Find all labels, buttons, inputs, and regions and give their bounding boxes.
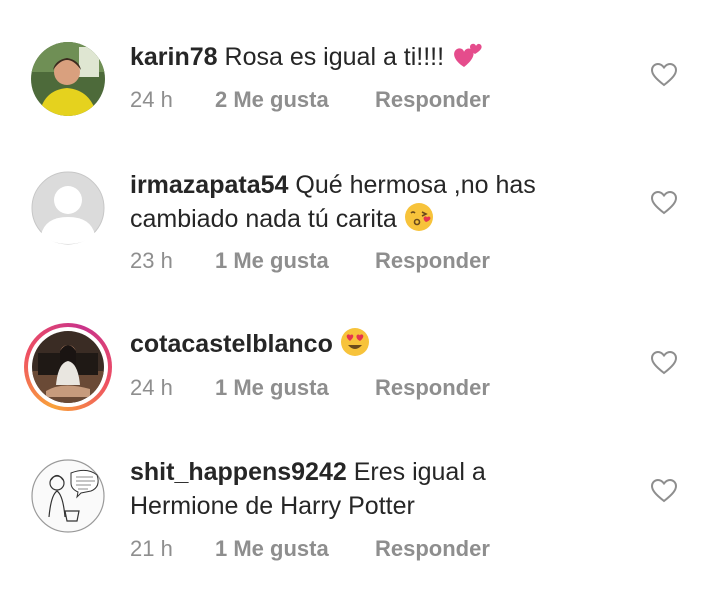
reply-button[interactable]: Responder	[375, 248, 490, 273]
avatar-story-ring[interactable]	[24, 323, 112, 411]
two-hearts-icon	[451, 40, 483, 79]
comment-meta: 23 h 1 Me gusta Responder	[130, 248, 490, 274]
comment-body: Rosa es igual a ti!!!!	[224, 43, 445, 71]
face-blowing-kiss-icon	[404, 202, 434, 241]
heart-outline-icon[interactable]	[651, 478, 677, 504]
likes-count[interactable]: 1 Me gusta	[215, 375, 375, 401]
comment-text: cotacastelblanco	[130, 327, 600, 366]
comment-text: shit_happens9242 Eres igual a Hermione d…	[130, 455, 600, 523]
likes-count[interactable]: 1 Me gusta	[215, 248, 375, 274]
comment-username[interactable]: karin78	[130, 43, 218, 71]
comment-username[interactable]: irmazapata54	[130, 171, 288, 199]
heart-eyes-icon	[340, 327, 370, 366]
avatar-inner	[28, 327, 108, 407]
comment-username[interactable]: shit_happens9242	[130, 458, 347, 486]
reply-button[interactable]: Responder	[375, 375, 490, 400]
reply-button[interactable]: Responder	[375, 536, 490, 561]
heart-outline-icon[interactable]	[651, 190, 677, 216]
comment-time: 24 h	[130, 87, 173, 112]
comment-time: 23 h	[130, 248, 173, 273]
avatar[interactable]	[31, 459, 105, 533]
avatar	[32, 331, 104, 403]
comment-text: karin78 Rosa es igual a ti!!!!	[130, 40, 600, 79]
likes-count[interactable]: 1 Me gusta	[215, 536, 375, 562]
comment-time: 21 h	[130, 536, 173, 561]
heart-outline-icon[interactable]	[651, 62, 677, 88]
avatar[interactable]	[31, 171, 105, 245]
likes-count[interactable]: 2 Me gusta	[215, 87, 375, 113]
comment-time: 24 h	[130, 375, 173, 400]
comment-text: irmazapata54 Qué hermosa ,no has cambiad…	[130, 168, 600, 241]
comment-meta: 21 h 1 Me gusta Responder	[130, 536, 490, 562]
avatar[interactable]	[31, 42, 105, 116]
comment-meta: 24 h 1 Me gusta Responder	[130, 375, 490, 401]
comment-username[interactable]: cotacastelblanco	[130, 330, 333, 358]
heart-outline-icon[interactable]	[651, 350, 677, 376]
comment-meta: 24 h 2 Me gusta Responder	[130, 87, 490, 113]
reply-button[interactable]: Responder	[375, 87, 490, 112]
